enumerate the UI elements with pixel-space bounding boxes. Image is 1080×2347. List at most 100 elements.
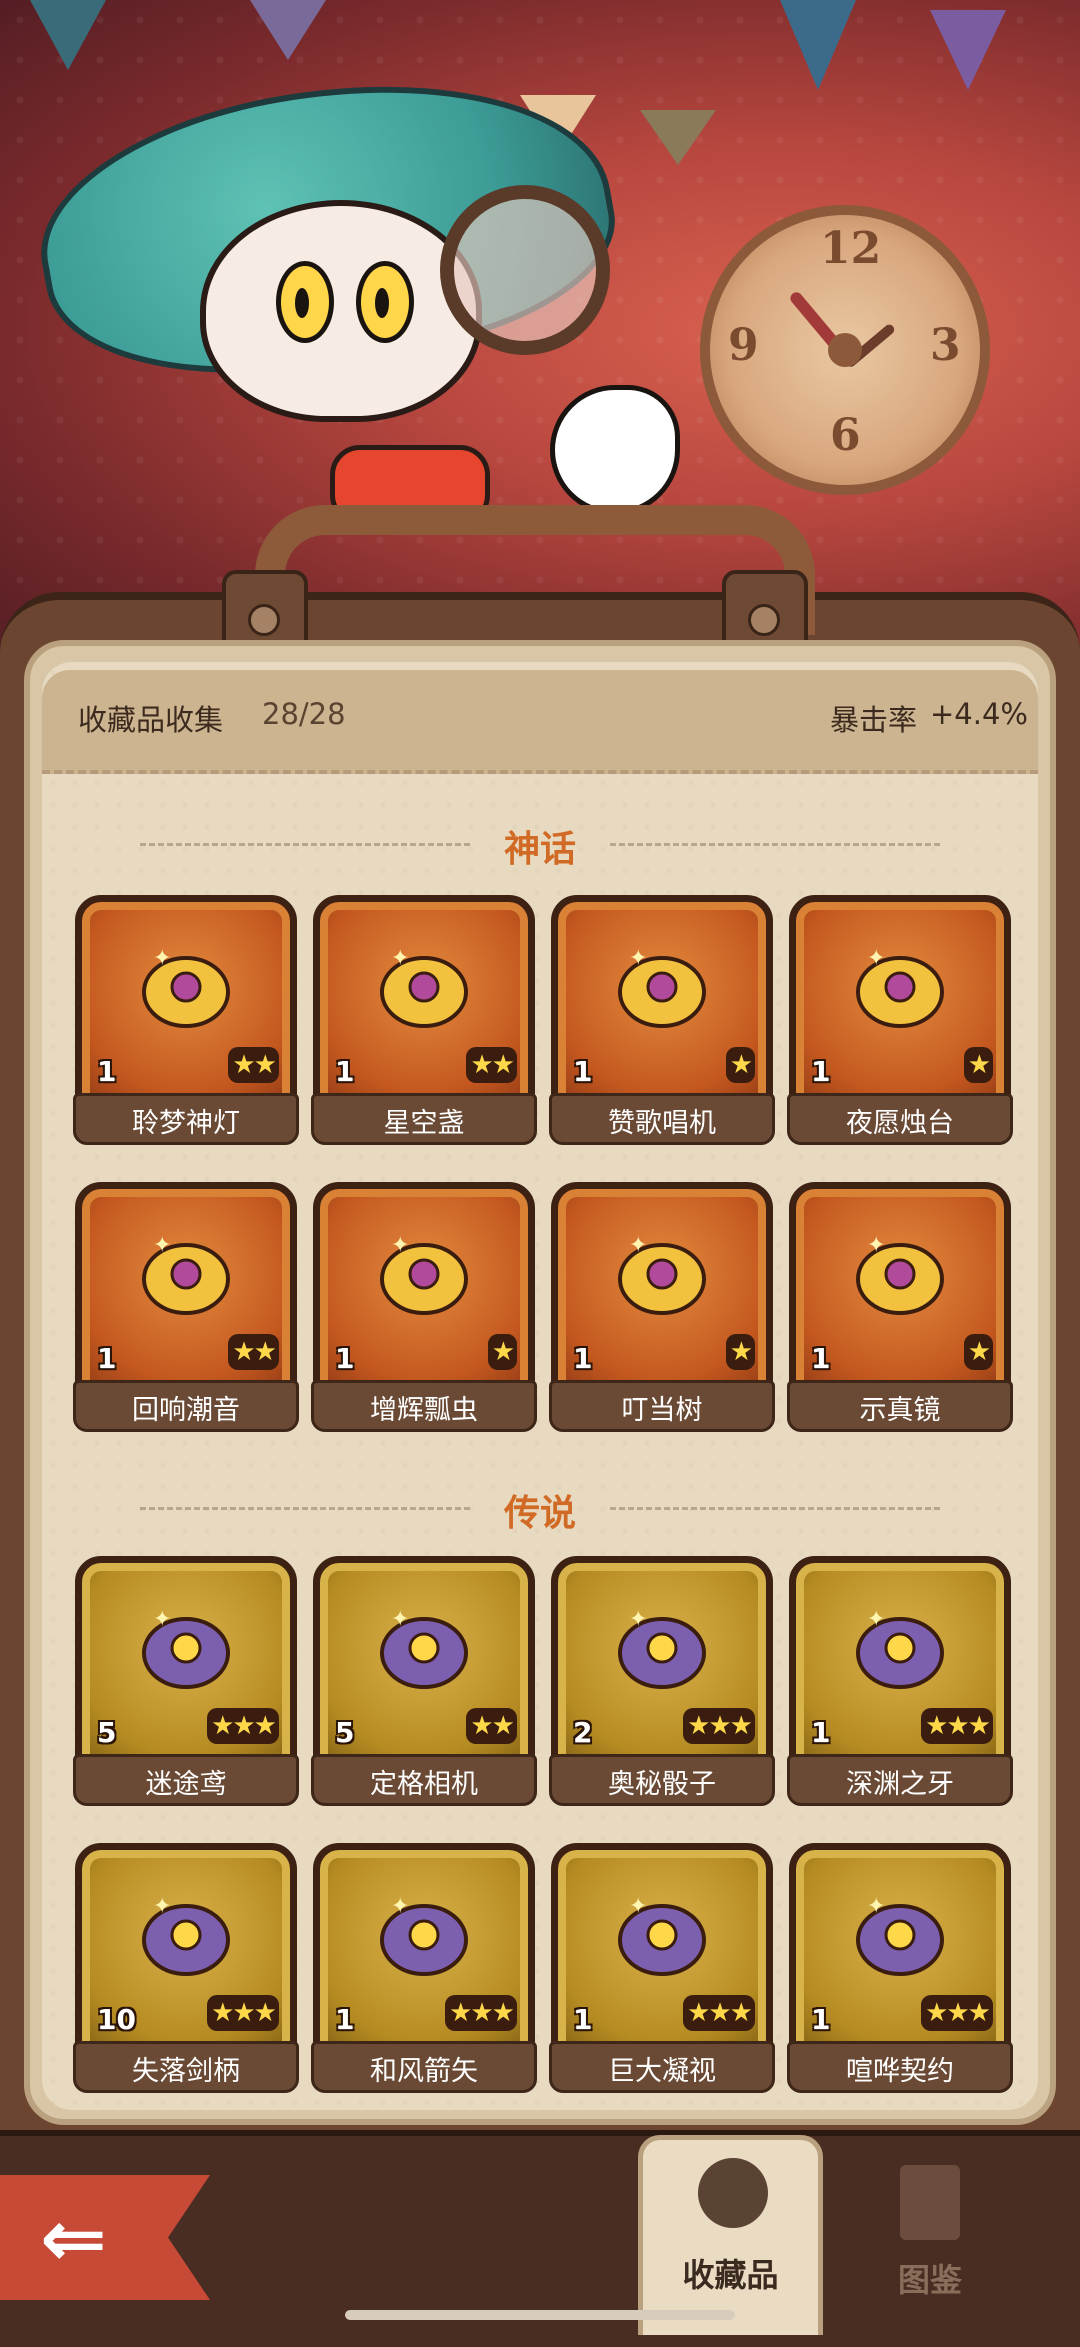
candlestick-icon: ✦ [845,937,955,1037]
item-name: 增辉瓢虫 [370,1395,478,1426]
back-arrow-icon[interactable]: ⇐ [40,2192,107,2285]
star-rating: ★ [963,1047,993,1083]
item-count: 1 [573,1055,593,1088]
item-count: 1 [335,1055,355,1088]
item-name: 失落剑柄 [132,2056,240,2087]
collection-card[interactable]: ✦ 1 ★ 赞歌唱机 [549,895,775,1145]
svg-text:✦: ✦ [153,1607,171,1632]
star-rating: ★★★ [445,1995,517,2031]
star-rating: ★★★ [207,1995,279,2031]
glove-icon [550,385,680,515]
collection-label: 收藏品收集 [78,703,224,737]
collection-card[interactable]: ✦ 1 ★★ 星空盏 [311,895,537,1145]
item-count: 5 [335,1716,355,1749]
svg-text:✦: ✦ [153,1233,171,1258]
collection-card[interactable]: ✦ 1 ★★★ 深渊之牙 [787,1556,1013,1806]
collection-card[interactable]: ✦ 1 ★ 夜愿烛台 [787,895,1013,1145]
collection-card[interactable]: ✦ 1 ★★★ 巨大凝视 [549,1843,775,2093]
svg-text:✦: ✦ [629,1607,647,1632]
svg-text:✦: ✦ [153,1894,171,1919]
item-count: 1 [811,2003,831,2036]
svg-text:✦: ✦ [867,1233,885,1258]
collection-card[interactable]: ✦ 5 ★★ 定格相机 [311,1556,537,1806]
star-rating: ★ [725,1047,755,1083]
collection-card[interactable]: ✦ 1 ★ 增辉瓢虫 [311,1182,537,1432]
svg-text:✦: ✦ [391,1233,409,1258]
item-count: 1 [335,2003,355,2036]
collection-card[interactable]: ✦ 2 ★★★ 奥秘骰子 [549,1556,775,1806]
tab-codex-label: 图鉴 [897,2261,962,2299]
star-cup-icon: ✦ [369,937,479,1037]
tab-collection-label: 收藏品 [682,2256,779,2294]
item-name: 叮当树 [621,1395,703,1426]
clock-decoration: 12 9 3 6 [700,205,990,495]
item-name: 回响潮音 [132,1395,240,1426]
star-rating: ★★★ [683,1995,755,2031]
star-rating: ★ [487,1334,517,1370]
item-count: 10 [97,2003,136,2036]
item-name: 迷途鸢 [145,1769,227,1800]
item-name: 夜愿烛台 [846,1108,954,1139]
fang-dagger-icon: ✦ [845,1598,955,1698]
item-name: 喧哗契约 [846,2056,954,2087]
section-title-myth: 神话 [503,829,576,870]
pinwheel-arrow-icon: ✦ [369,1885,479,1985]
witch-character [200,200,482,422]
magnifier-icon [440,185,610,355]
collection-card[interactable]: ✦ 1 ★★ 回响潮音 [73,1182,299,1432]
star-rating: ★★★ [207,1708,279,1744]
item-name: 星空盏 [383,1108,465,1139]
svg-text:✦: ✦ [867,1607,885,1632]
mirror-icon: ✦ [845,1224,955,1324]
star-rating: ★★ [228,1047,279,1083]
item-count: 1 [97,1342,117,1375]
collection-card[interactable]: ✦ 1 ★★★ 喧哗契约 [787,1843,1013,2093]
item-name: 定格相机 [370,1769,478,1800]
item-count: 1 [97,1055,117,1088]
star-rating: ★★★ [921,1708,993,1744]
svg-text:✦: ✦ [867,1894,885,1919]
svg-text:✦: ✦ [153,946,171,971]
collection-card[interactable]: ✦ 1 ★★★ 和风箭矢 [311,1843,537,2093]
crystal-ball-icon [698,2158,768,2228]
star-rating: ★★ [228,1334,279,1370]
item-name: 深渊之牙 [846,1769,954,1800]
coin-tree-icon: ✦ [607,1224,717,1324]
dice-icon: ✦ [607,1598,717,1698]
item-name: 聆梦神灯 [132,1108,240,1139]
item-count: 1 [811,1055,831,1088]
svg-text:✦: ✦ [391,1607,409,1632]
sword-hilt-icon: ✦ [131,1885,241,1985]
svg-text:✦: ✦ [867,946,885,971]
star-rating: ★★ [466,1047,517,1083]
tab-collection[interactable]: 收藏品 [638,2135,823,2335]
collection-card[interactable]: ✦ 1 ★ 示真镜 [787,1182,1013,1432]
collection-count: 28/28 [262,697,346,731]
svg-text:✦: ✦ [629,946,647,971]
home-indicator [345,2310,735,2320]
collection-card[interactable]: ✦ 5 ★★★ 迷途鸢 [73,1556,299,1806]
svg-text:✦: ✦ [391,1894,409,1919]
item-count: 1 [335,1342,355,1375]
item-name: 赞歌唱机 [608,1108,716,1139]
book-icon [900,2165,960,2240]
eye-glove-icon: ✦ [607,1885,717,1985]
section-title-legend: 传说 [503,1493,576,1534]
collection-card[interactable]: ✦ 1 ★ 叮当树 [549,1182,775,1432]
star-rating: ★★★ [683,1708,755,1744]
star-rating: ★ [725,1334,755,1370]
svg-text:✦: ✦ [629,1233,647,1258]
penguin-bird-icon: ✦ [131,1598,241,1698]
star-rating: ★★★ [921,1995,993,2031]
item-count: 1 [811,1716,831,1749]
gramophone-icon: ✦ [607,937,717,1037]
crit-rate-label: 暴击率 [830,703,918,737]
collection-card[interactable]: ✦ 1 ★★ 聆梦神灯 [73,895,299,1145]
item-name: 奥秘骰子 [608,1769,716,1800]
tab-codex[interactable]: 图鉴 [880,2165,1000,2305]
collection-card[interactable]: ✦ 10 ★★★ 失落剑柄 [73,1843,299,2093]
star-rating: ★ [963,1334,993,1370]
seashell-icon: ✦ [131,1224,241,1324]
magic-lamp-icon: ✦ [131,937,241,1037]
scroll-contract-icon: ✦ [845,1885,955,1985]
